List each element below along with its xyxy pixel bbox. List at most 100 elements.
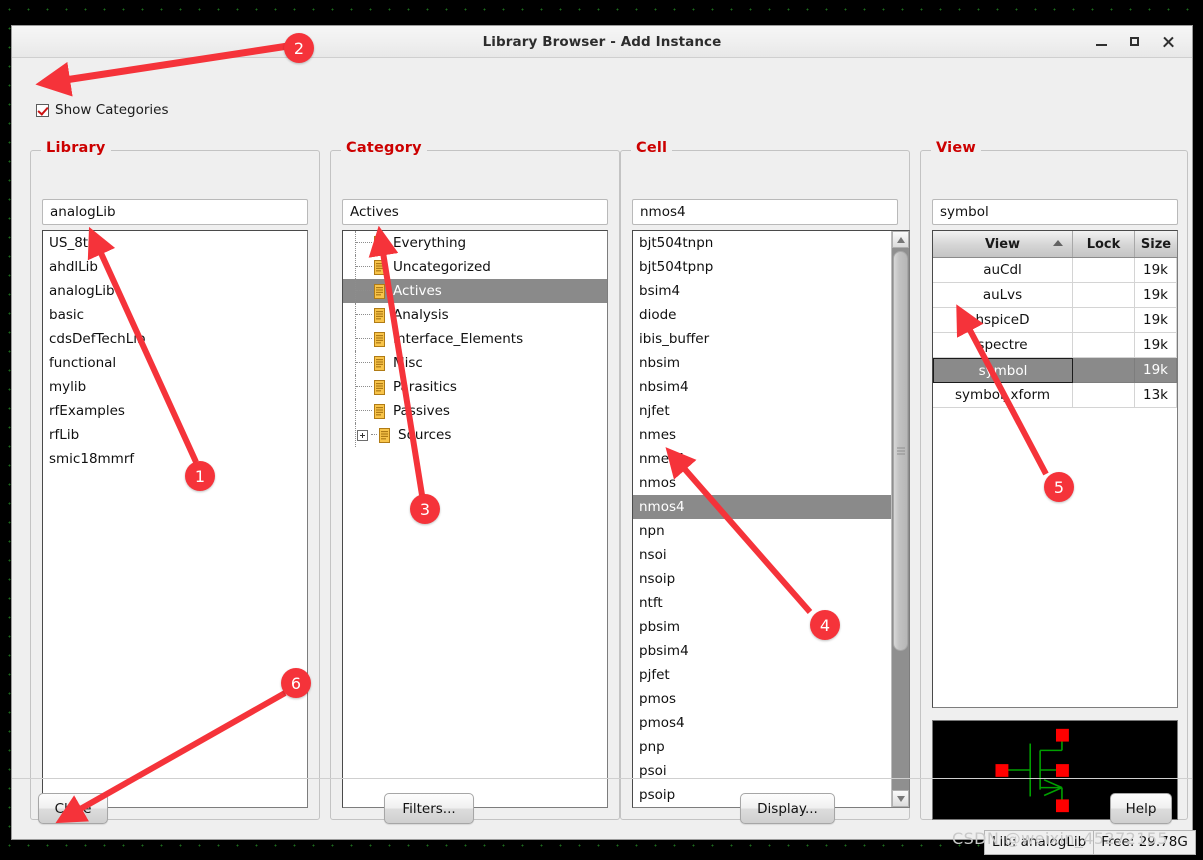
window-title: Library Browser - Add Instance: [483, 34, 722, 50]
pin-gate: [995, 764, 1008, 777]
display-button[interactable]: Display...: [740, 793, 835, 824]
view-column-header-size[interactable]: Size: [1135, 231, 1177, 257]
cell-list-item[interactable]: nbsim: [633, 351, 891, 375]
cell-filter-input[interactable]: nmos4: [632, 199, 898, 225]
library-list-item[interactable]: functional: [43, 351, 307, 375]
library-list-item[interactable]: ahdlLib: [43, 255, 307, 279]
category-filter-input[interactable]: Actives: [342, 199, 608, 225]
category-tree-item[interactable]: Sources: [343, 423, 607, 447]
category-tree-item-label: Analysis: [393, 307, 449, 323]
tree-dash: [356, 386, 372, 388]
tree-dash: [371, 434, 377, 436]
cell-list-item[interactable]: npn: [633, 519, 891, 543]
cell-list[interactable]: bjt504tnpnbjt504tpnpbsim4diodeibis_buffe…: [632, 230, 910, 808]
category-tree-item[interactable]: Parasitics: [343, 375, 607, 399]
cell-list-items: bjt504tnpnbjt504tpnpbsim4diodeibis_buffe…: [633, 231, 891, 807]
view-table-row[interactable]: auLvs19k: [933, 283, 1177, 308]
view-table-row[interactable]: hspiceD19k: [933, 308, 1177, 333]
view-column-header-lock[interactable]: Lock: [1073, 231, 1135, 257]
view-table-row[interactable]: spectre19k: [933, 333, 1177, 358]
cell-list-item[interactable]: pjfet: [633, 663, 891, 687]
pin-bulk: [1056, 764, 1069, 777]
cell-scrollbar-thumb[interactable]: [893, 251, 908, 651]
cell-group-title: Cell: [631, 140, 672, 156]
category-folder-icon: [373, 380, 386, 395]
cell-list-item[interactable]: nmes: [633, 423, 891, 447]
show-categories-row[interactable]: Show Categories: [36, 102, 168, 118]
button-bar: Close Filters... Display... Help: [12, 778, 1192, 839]
view-table-row[interactable]: symbol_xform13k: [933, 383, 1177, 408]
category-tree-item-label: Actives: [393, 283, 442, 299]
library-list-item[interactable]: rfExamples: [43, 399, 307, 423]
filters-button[interactable]: Filters...: [384, 793, 474, 824]
category-tree-item[interactable]: Everything: [343, 231, 607, 255]
view-cell-size: 19k: [1135, 258, 1177, 283]
category-tree-item[interactable]: Analysis: [343, 303, 607, 327]
tree-guide-line: [355, 327, 357, 351]
cell-list-item[interactable]: pmos: [633, 687, 891, 711]
cell-list-item[interactable]: njfet: [633, 399, 891, 423]
cell-list-item[interactable]: pbsim: [633, 615, 891, 639]
view-cell-lock: [1073, 358, 1135, 383]
view-column-header-view[interactable]: View: [933, 231, 1073, 257]
cell-list-item[interactable]: nsoip: [633, 567, 891, 591]
library-list-item[interactable]: rfLib: [43, 423, 307, 447]
library-group-title: Library: [41, 140, 111, 156]
cell-list-scrollbar[interactable]: [891, 231, 909, 807]
window-body: Show Categories Library analogLib US_8th…: [12, 58, 1192, 839]
cell-list-item[interactable]: nmos: [633, 471, 891, 495]
library-list-item[interactable]: cdsDefTechLib: [43, 327, 307, 351]
view-cell-size: 19k: [1135, 333, 1177, 358]
cell-list-item[interactable]: nmos4: [633, 495, 891, 519]
cell-list-item[interactable]: bjt504tnpn: [633, 231, 891, 255]
maximize-icon[interactable]: [1127, 34, 1143, 50]
cell-list-item[interactable]: nmes4: [633, 447, 891, 471]
minimize-icon[interactable]: [1094, 34, 1110, 50]
cell-list-item[interactable]: pmos4: [633, 711, 891, 735]
cell-list-item[interactable]: bjt504tpnp: [633, 255, 891, 279]
library-list-item[interactable]: basic: [43, 303, 307, 327]
cell-list-item[interactable]: pbsim4: [633, 639, 891, 663]
view-table-header: View Lock Size: [933, 231, 1177, 258]
cell-list-item[interactable]: ntft: [633, 591, 891, 615]
view-cell-lock: [1073, 258, 1135, 283]
show-categories-checkbox[interactable]: [36, 104, 49, 117]
view-table-row[interactable]: symbol19k: [933, 358, 1177, 383]
view-cell-name: auLvs: [933, 283, 1073, 308]
category-tree-item[interactable]: Interface_Elements: [343, 327, 607, 351]
cell-list-item[interactable]: pnp: [633, 735, 891, 759]
view-filter-input[interactable]: symbol: [932, 199, 1178, 225]
category-tree-item-label: Everything: [393, 235, 466, 251]
category-tree-item[interactable]: Uncategorized: [343, 255, 607, 279]
cell-list-item[interactable]: nbsim4: [633, 375, 891, 399]
library-list-item[interactable]: analogLib: [43, 279, 307, 303]
expand-plus-icon[interactable]: [357, 430, 368, 441]
library-list-item[interactable]: smic18mmrf: [43, 447, 307, 471]
category-tree-item[interactable]: Passives: [343, 399, 607, 423]
category-tree-item[interactable]: Actives: [343, 279, 607, 303]
library-list-item[interactable]: mylib: [43, 375, 307, 399]
cell-list-item[interactable]: diode: [633, 303, 891, 327]
close-button[interactable]: Close: [38, 793, 108, 824]
view-cell-lock: [1073, 383, 1135, 408]
help-button[interactable]: Help: [1110, 793, 1172, 824]
tree-dash: [356, 410, 372, 412]
category-folder-icon: [373, 260, 386, 275]
tree-guide-line: [355, 231, 357, 255]
cell-scroll-up-button[interactable]: [892, 231, 909, 248]
category-tree-item[interactable]: Misc: [343, 351, 607, 375]
view-table[interactable]: View Lock Size auCdl19kauLvs19khspiceD19…: [932, 230, 1178, 708]
close-icon[interactable]: [1160, 34, 1176, 50]
scrollbar-grip-icon: [897, 448, 905, 455]
library-list-item[interactable]: US_8ths: [43, 231, 307, 255]
category-folder-icon: [373, 332, 386, 347]
cell-list-item[interactable]: ibis_buffer: [633, 327, 891, 351]
category-tree-items: Everything Uncategorized Actives Analysis In…: [343, 231, 607, 807]
cell-list-item[interactable]: bsim4: [633, 279, 891, 303]
library-filter-input[interactable]: analogLib: [42, 199, 308, 225]
library-list[interactable]: US_8thsahdlLibanalogLibbasiccdsDefTechLi…: [42, 230, 308, 808]
cell-list-item[interactable]: nsoi: [633, 543, 891, 567]
tree-dash: [356, 338, 372, 340]
category-tree[interactable]: Everything Uncategorized Actives Analysis In…: [342, 230, 608, 808]
view-table-row[interactable]: auCdl19k: [933, 258, 1177, 283]
